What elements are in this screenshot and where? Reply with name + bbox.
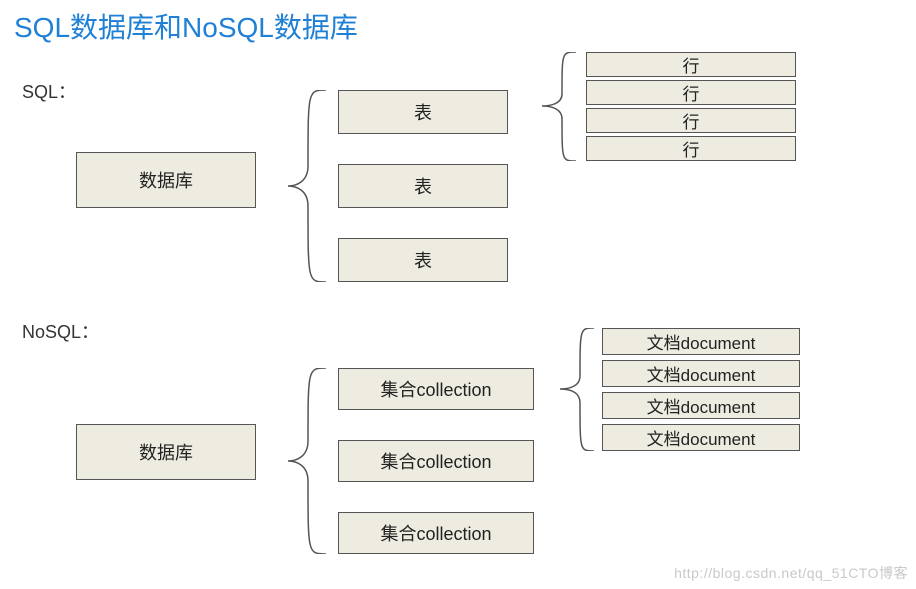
brace-icon bbox=[534, 52, 576, 161]
nosql-document-box: 文档document bbox=[602, 360, 800, 387]
sql-row-box: 行 bbox=[586, 80, 796, 105]
brace-icon bbox=[278, 368, 326, 554]
brace-icon bbox=[552, 328, 594, 451]
sql-table-box: 表 bbox=[338, 164, 508, 208]
nosql-collection-box: 集合collection bbox=[338, 368, 534, 410]
sql-database-box: 数据库 bbox=[76, 152, 256, 208]
nosql-document-box: 文档document bbox=[602, 392, 800, 419]
sql-table-box: 表 bbox=[338, 90, 508, 134]
nosql-document-box: 文档document bbox=[602, 424, 800, 451]
nosql-document-box: 文档document bbox=[602, 328, 800, 355]
page-title: SQL数据库和NoSQL数据库 bbox=[14, 6, 358, 46]
nosql-collection-box: 集合collection bbox=[338, 440, 534, 482]
brace-icon bbox=[278, 90, 326, 282]
watermark: http://blog.csdn.net/qq_51CTO博客 bbox=[674, 563, 908, 583]
sql-row-box: 行 bbox=[586, 136, 796, 161]
sql-row-box: 行 bbox=[586, 52, 796, 77]
sql-row-box: 行 bbox=[586, 108, 796, 133]
nosql-database-box: 数据库 bbox=[76, 424, 256, 480]
nosql-label: NoSQL： bbox=[22, 318, 99, 344]
sql-label: SQL： bbox=[22, 78, 76, 104]
sql-table-box: 表 bbox=[338, 238, 508, 282]
nosql-collection-box: 集合collection bbox=[338, 512, 534, 554]
